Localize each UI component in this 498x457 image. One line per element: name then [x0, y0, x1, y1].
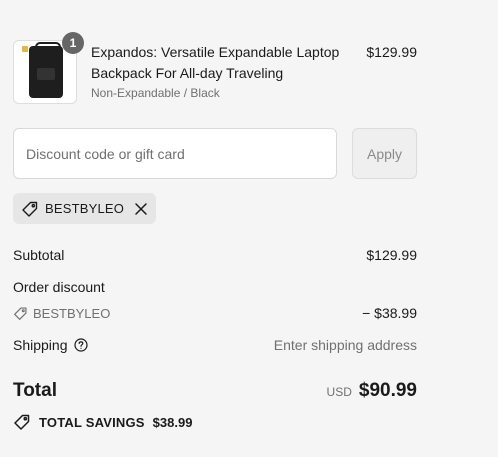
discount-value: − $38.99	[362, 305, 417, 321]
total-savings: TOTAL SAVINGS $38.99	[13, 413, 192, 431]
discount-code-label: BESTBYLEO	[33, 305, 111, 321]
currency-code: USD	[326, 385, 352, 399]
discount-code-info: BESTBYLEO	[13, 306, 110, 321]
discount-code-input[interactable]	[13, 128, 337, 179]
order-discount-row: Order discount	[13, 279, 417, 295]
subtotal-label: Subtotal	[13, 247, 65, 263]
tag-icon	[13, 306, 28, 321]
total-label: Total	[13, 380, 57, 401]
product-variant: Non-Expandable / Black	[91, 86, 220, 100]
quantity-badge: 1	[62, 32, 84, 54]
product-name: Expandos: Versatile Expandable Laptop Ba…	[91, 44, 340, 81]
order-discount-label: Order discount	[13, 279, 105, 295]
line-item: 1 Expandos: Versatile Expandable Laptop …	[13, 32, 417, 104]
tag-icon	[21, 200, 39, 218]
total-row: Total USD $90.99	[13, 380, 417, 402]
tag-icon	[13, 413, 31, 431]
applied-discount-code: BESTBYLEO	[45, 201, 125, 216]
close-icon[interactable]	[134, 202, 148, 216]
total-savings-value: $38.99	[152, 414, 193, 430]
help-circle-icon[interactable]	[73, 338, 88, 352]
total-value: $90.99	[358, 380, 417, 401]
shipping-label: Shipping	[13, 337, 68, 353]
shipping-label-group: Shipping	[13, 337, 88, 353]
shipping-row: Shipping Enter shipping address	[13, 337, 417, 353]
total-value-group: USD $90.99	[327, 380, 417, 402]
product-price: $129.99	[366, 44, 417, 60]
shipping-value: Enter shipping address	[273, 337, 417, 353]
apply-discount-button[interactable]: Apply	[352, 128, 417, 179]
backpack-image	[29, 42, 63, 98]
subtotal-row: Subtotal $129.99	[13, 247, 417, 263]
total-savings-label: TOTAL SAVINGS	[39, 414, 145, 430]
subtotal-value: $129.99	[366, 247, 417, 263]
applied-discount-chip: BESTBYLEO	[13, 193, 157, 224]
discount-code-row: BESTBYLEO − $38.99	[13, 305, 417, 321]
product-tag-mark	[22, 46, 28, 52]
